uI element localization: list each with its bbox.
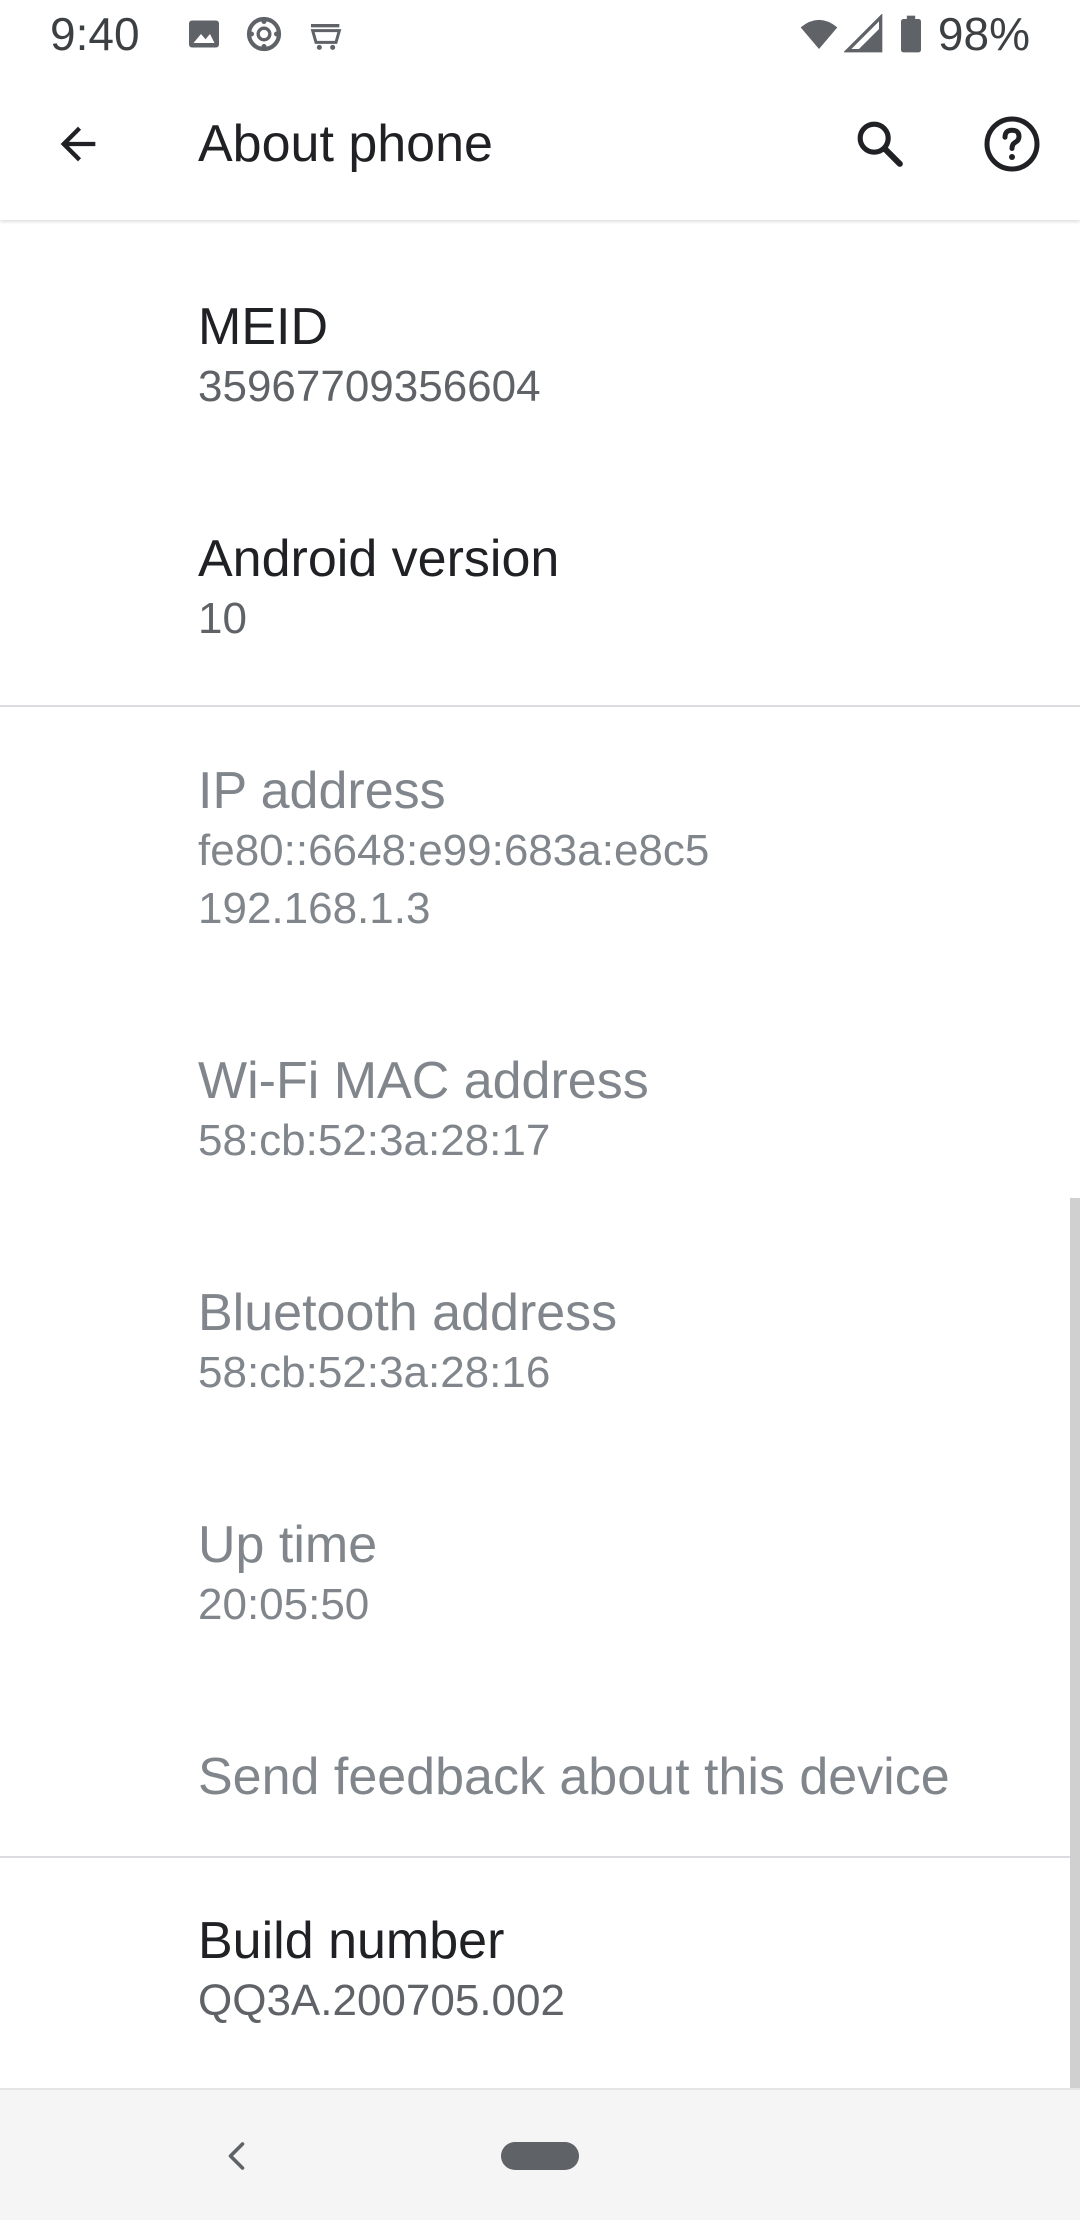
battery-icon xyxy=(901,15,921,53)
build-number-item[interactable]: Build number QQ3A.200705.002 xyxy=(198,1910,1048,2030)
up-time-value: 20:05:50 xyxy=(198,1580,370,1629)
nav-back-icon xyxy=(228,2142,245,2170)
section-divider xyxy=(0,1856,1080,1858)
amazon-cart-icon xyxy=(310,24,342,50)
scrollbar[interactable] xyxy=(1070,1198,1080,2088)
wifi-icon xyxy=(800,19,838,49)
bluetooth-address-value: 58:cb:52:3a:28:16 xyxy=(198,1348,551,1397)
meid-title: MEID xyxy=(198,298,328,356)
navigation-bar xyxy=(0,2088,1080,2220)
screen: 9:40 98% About phone MEID 35967709356604… xyxy=(0,0,1080,2220)
send-feedback-item[interactable]: Send feedback about this device xyxy=(198,1746,1048,1808)
nav-back-button[interactable] xyxy=(190,2108,286,2204)
meid-item[interactable]: MEID 35967709356604 xyxy=(198,296,1048,416)
section-divider xyxy=(0,705,1080,707)
back-button[interactable] xyxy=(30,96,126,192)
help-button[interactable] xyxy=(964,96,1060,192)
page-title: About phone xyxy=(198,115,493,173)
ip-address-ipv6: fe80::6648:e99:683a:e8c5 xyxy=(198,826,710,875)
search-icon xyxy=(857,121,903,167)
ring-icon xyxy=(246,16,282,52)
android-version-value: 10 xyxy=(198,594,247,643)
battery-percent: 98% xyxy=(937,8,1030,60)
search-button[interactable] xyxy=(832,96,928,192)
arrow-back-icon xyxy=(60,126,96,162)
meid-value: 35967709356604 xyxy=(198,362,541,411)
ip-address-title: IP address xyxy=(198,762,446,820)
build-number-title: Build number xyxy=(198,1912,505,1970)
wifi-mac-item: Wi-Fi MAC address 58:cb:52:3a:28:17 xyxy=(198,1050,1048,1170)
up-time-item: Up time 20:05:50 xyxy=(198,1514,1048,1634)
app-bar: About phone xyxy=(0,68,1080,220)
build-number-value: QQ3A.200705.002 xyxy=(198,1976,565,2025)
ip-address-item: IP address fe80::6648:e99:683a:e8c5 192.… xyxy=(198,760,1048,938)
wifi-mac-value: 58:cb:52:3a:28:17 xyxy=(198,1116,551,1165)
wifi-mac-title: Wi-Fi MAC address xyxy=(198,1052,649,1110)
cell-signal-icon xyxy=(844,14,883,53)
android-version-item[interactable]: Android version 10 xyxy=(198,528,1048,648)
home-pill-icon[interactable] xyxy=(501,2142,579,2170)
android-version-title: Android version xyxy=(198,530,560,588)
send-feedback-title: Send feedback about this device xyxy=(198,1748,950,1806)
ip-address-ipv4: 192.168.1.3 xyxy=(198,884,431,933)
help-icon xyxy=(984,116,1040,172)
image-icon xyxy=(189,20,219,48)
status-time: 9:40 xyxy=(50,8,140,60)
bluetooth-address-item: Bluetooth address 58:cb:52:3a:28:16 xyxy=(198,1282,1048,1402)
up-time-title: Up time xyxy=(198,1516,378,1574)
status-bar: 9:40 98% xyxy=(0,0,1080,68)
bluetooth-address-title: Bluetooth address xyxy=(198,1284,618,1342)
